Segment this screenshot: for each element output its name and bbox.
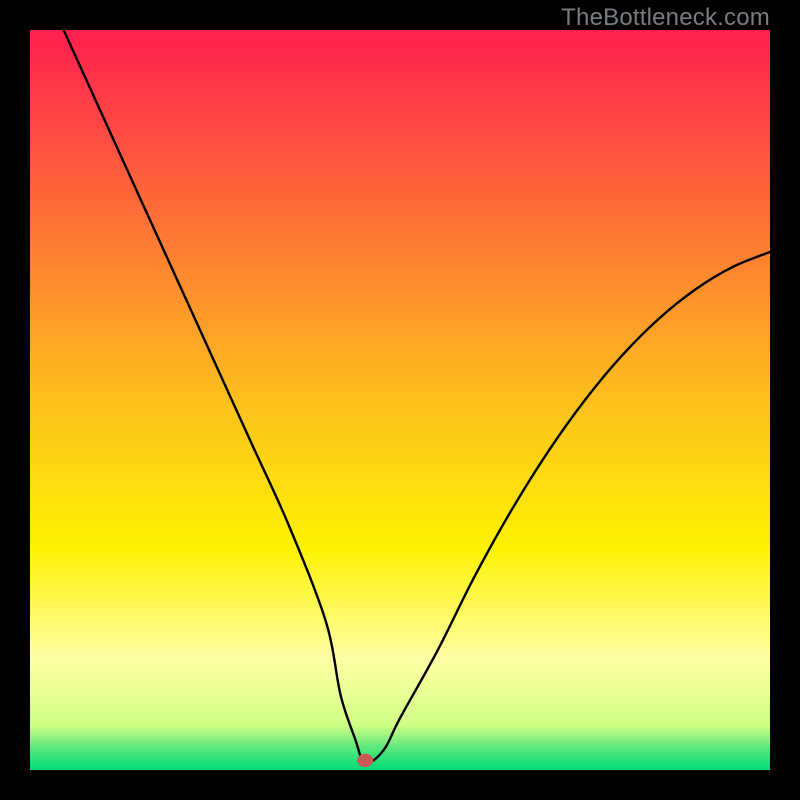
outer-frame: TheBottleneck.com — [0, 0, 800, 800]
watermark-text: TheBottleneck.com — [561, 4, 770, 32]
plot-area — [30, 30, 770, 770]
optimal-marker — [30, 30, 770, 770]
